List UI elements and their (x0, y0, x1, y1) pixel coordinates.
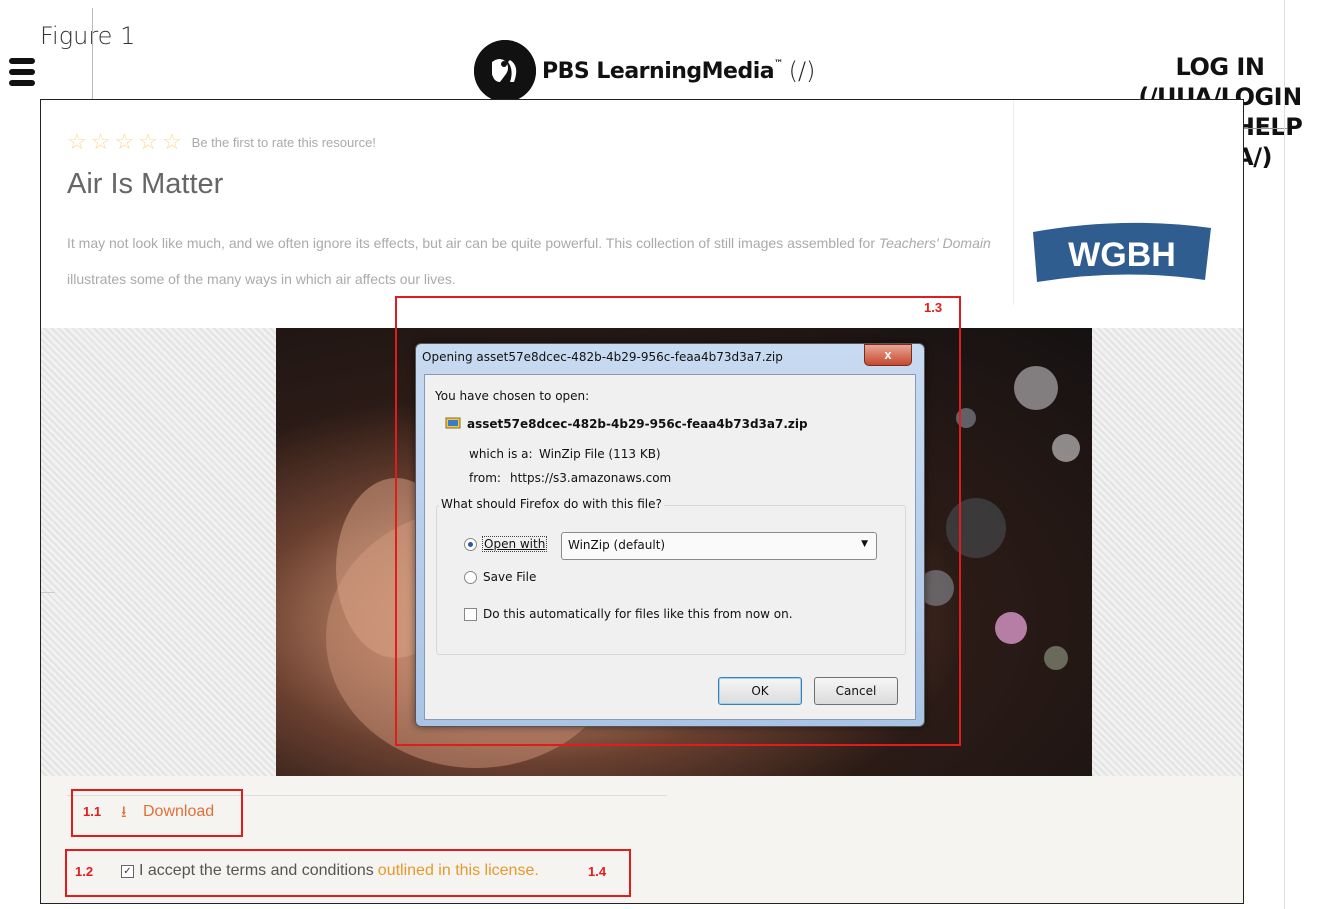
divider-line (41, 592, 55, 593)
star-icon[interactable]: ☆ (138, 129, 158, 155)
star-icon[interactable]: ☆ (114, 129, 134, 155)
logo-text: PBS LearningMedia™ (542, 58, 783, 84)
callout-box-1-3 (395, 296, 961, 746)
rating[interactable]: ☆ ☆ ☆ ☆ ☆ Be the first to rate this reso… (67, 129, 376, 155)
site-logo[interactable]: PBS LearningMedia™ (/) (474, 38, 815, 104)
star-icon[interactable]: ☆ (91, 129, 111, 155)
wgbh-logo-text: WGBH (1068, 236, 1176, 274)
menu-icon[interactable] (9, 58, 35, 92)
login-line: LOG IN (1175, 53, 1265, 81)
divider-line (1013, 100, 1014, 305)
rating-text: Be the first to rate this resource! (191, 134, 376, 150)
callout-number: 1.2 (75, 864, 94, 879)
callout-number: 1.1 (83, 804, 102, 819)
callout-box-1-2 (65, 849, 631, 897)
figure-label: Figure 1 (40, 22, 136, 50)
wgbh-logo[interactable]: WGBH (1027, 218, 1217, 290)
star-icon[interactable]: ☆ (67, 129, 87, 155)
star-icon[interactable]: ☆ (162, 129, 182, 155)
callout-number: 1.3 (924, 300, 943, 315)
callout-number: 1.4 (588, 864, 607, 879)
resource-title: Air Is Matter (67, 168, 224, 200)
pbs-head-icon (474, 40, 536, 102)
resource-description: It may not look like much, and we often … (67, 235, 991, 287)
divider-line (1284, 0, 1285, 909)
logo-path: (/) (788, 57, 816, 85)
